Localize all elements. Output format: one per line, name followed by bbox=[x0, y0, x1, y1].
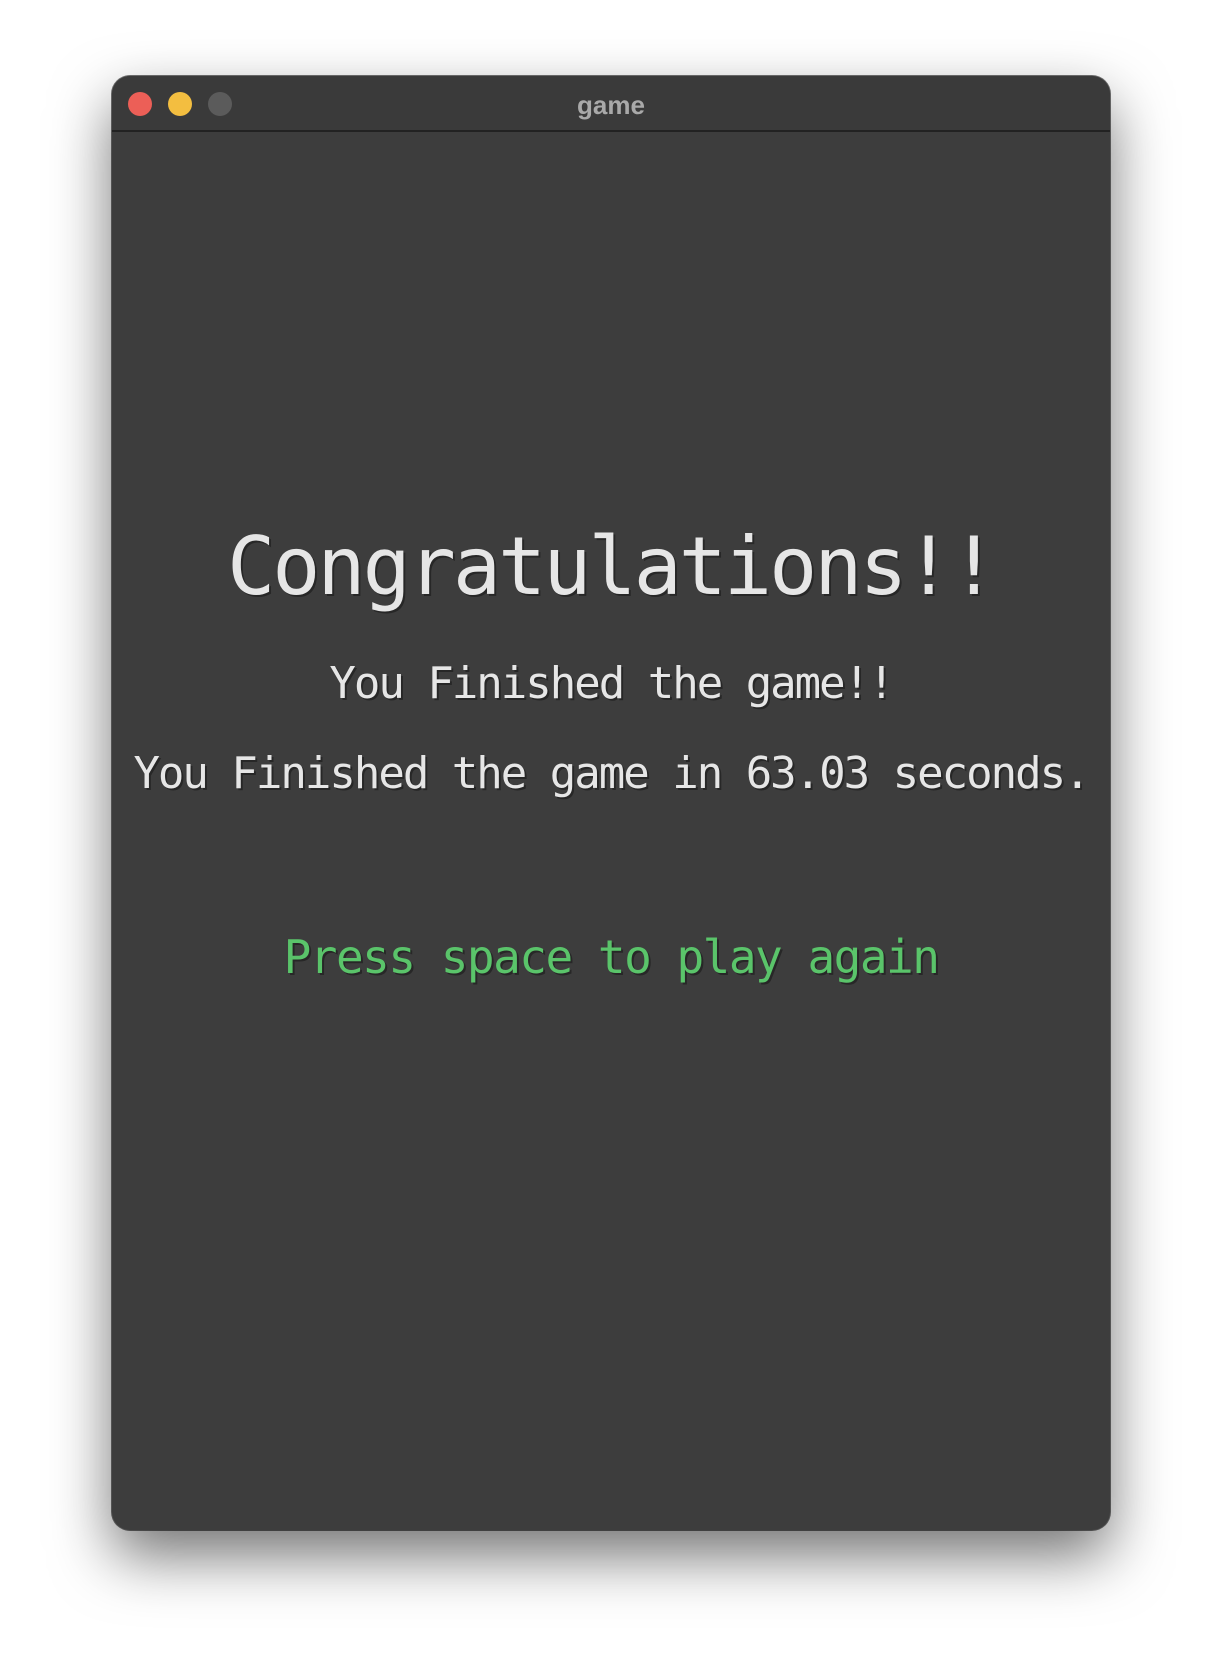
title-bar[interactable]: game bbox=[112, 76, 1110, 132]
game-window: game Congratulations!! You Finished the … bbox=[112, 76, 1110, 1530]
game-canvas[interactable]: Congratulations!! You Finished the game!… bbox=[112, 132, 1110, 1530]
congratulations-heading: Congratulations!! bbox=[227, 520, 998, 613]
window-title: game bbox=[577, 90, 645, 120]
play-again-prompt: Press space to play again bbox=[283, 930, 940, 984]
finished-message: You Finished the game!! bbox=[329, 658, 894, 709]
finish-time-message: You Finished the game in 63.03 seconds. bbox=[133, 748, 1090, 799]
